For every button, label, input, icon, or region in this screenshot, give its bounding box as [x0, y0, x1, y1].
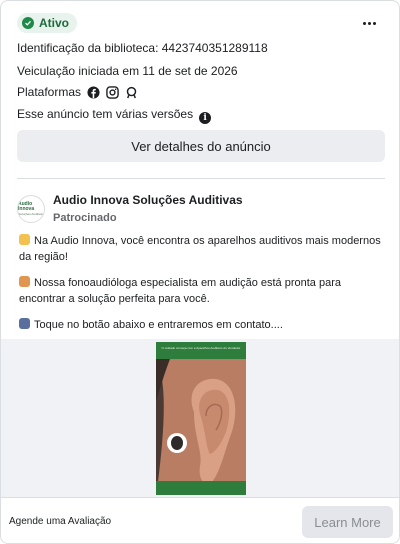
view-ad-details-button[interactable]: Ver detalhes do anúncio	[17, 130, 385, 162]
versions-text: Esse anúncio tem várias versões	[17, 107, 194, 121]
versions-row: Esse anúncio tem várias versões i	[17, 107, 212, 124]
ad-footer: Agende uma Avaliação Learn More	[1, 497, 399, 543]
phone-emoji-icon	[19, 318, 30, 329]
library-id: Identificação da biblioteca: 44237403512…	[17, 41, 268, 55]
advertiser-header: Audio Innova Soluções Auditivas Audio In…	[17, 193, 243, 224]
ad-paragraph-2: Nossa fonoaudióloga especialista em audi…	[19, 276, 341, 305]
creative-headline: O cuidado começa com a Aparelhos Auditiv…	[156, 342, 246, 359]
status-row: Ativo	[17, 13, 77, 33]
status-label: Ativo	[39, 16, 69, 30]
advertiser-avatar[interactable]: Audio Innova Soluções Auditivas	[17, 194, 45, 223]
info-icon[interactable]: i	[199, 112, 212, 124]
instagram-icon	[106, 85, 119, 99]
platforms-label: Plataformas	[17, 85, 82, 99]
platforms-row: Plataformas	[17, 85, 138, 99]
check-circle-icon	[22, 17, 34, 29]
ad-paragraph-1: Na Audio Innova, você encontra os aparel…	[19, 234, 381, 263]
ear-emoji-icon	[19, 234, 30, 245]
learn-more-button[interactable]: Learn More	[302, 506, 393, 538]
divider	[17, 178, 385, 179]
advertiser-name[interactable]: Audio Innova Soluções Auditivas	[53, 193, 243, 207]
ad-media-area: O cuidado começa com a Aparelhos Auditiv…	[1, 339, 399, 497]
ad-paragraph-3: Toque no botão abaixo e entraremos em co…	[19, 317, 389, 333]
facebook-icon	[87, 85, 100, 99]
ad-creative-image[interactable]: O cuidado começa com a Aparelhos Auditiv…	[156, 342, 246, 495]
ad-card: Ativo Identificação da biblioteca: 44237…	[0, 0, 400, 544]
sponsored-label: Patrocinado	[53, 212, 117, 224]
ear-photo	[156, 342, 246, 495]
start-date: Veiculação iniciada em 11 de set de 2026	[17, 64, 238, 78]
audience-network-icon	[126, 86, 137, 98]
more-options-icon[interactable]	[359, 15, 379, 31]
status-badge: Ativo	[17, 13, 77, 33]
woman-emoji-icon	[19, 276, 30, 287]
cta-caption: Agende uma Avaliação	[9, 516, 112, 527]
